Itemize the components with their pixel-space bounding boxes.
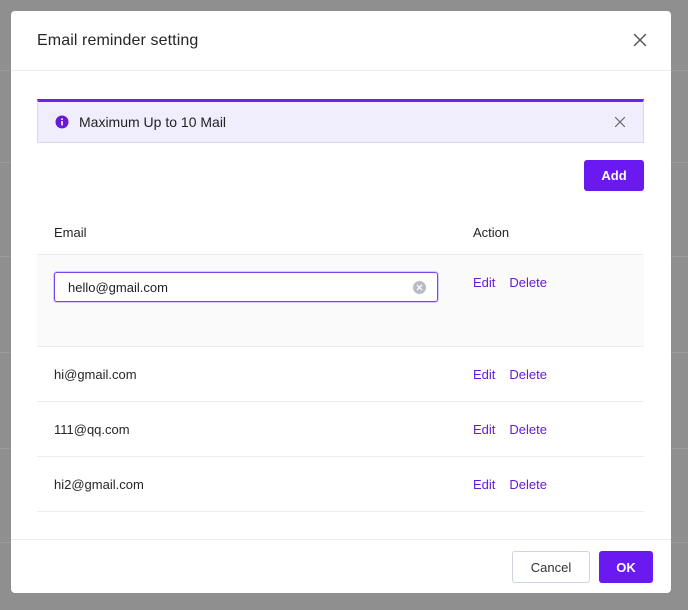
- delete-link[interactable]: Delete: [509, 477, 547, 492]
- action-column-header: Action: [473, 225, 510, 240]
- email-input[interactable]: [55, 273, 437, 301]
- action-cell: Edit Delete: [455, 422, 561, 437]
- delete-link[interactable]: Delete: [509, 422, 547, 437]
- email-table: Email Action Ed: [37, 211, 644, 512]
- email-reminder-dialog: Email reminder setting Maximum Up to 10 …: [11, 11, 671, 593]
- edit-link[interactable]: Edit: [473, 422, 495, 437]
- dialog-footer: Cancel OK: [11, 539, 671, 593]
- email-cell: hi@gmail.com: [54, 366, 137, 382]
- dialog-title: Email reminder setting: [37, 31, 199, 49]
- email-cell: hi2@gmail.com: [54, 476, 144, 492]
- edit-link[interactable]: Edit: [473, 367, 495, 382]
- email-column-header: Email: [54, 225, 87, 240]
- action-cell: Edit Delete: [455, 477, 561, 492]
- email-input-wrapper: [54, 272, 438, 302]
- table-header: Email Action: [37, 211, 644, 255]
- cancel-button[interactable]: Cancel: [512, 551, 590, 583]
- alert-close-icon[interactable]: [613, 115, 627, 129]
- action-cell: Edit Delete: [455, 367, 561, 382]
- dialog-header: Email reminder setting: [11, 11, 671, 71]
- close-icon[interactable]: [631, 31, 649, 49]
- action-cell: Edit Delete: [455, 255, 561, 290]
- table-row-editing: Edit Delete: [37, 255, 644, 347]
- alert-message: Maximum Up to 10 Mail: [79, 114, 227, 130]
- table-row: 111@qq.com Edit Delete: [37, 402, 644, 457]
- edit-link[interactable]: Edit: [473, 477, 495, 492]
- info-icon: [55, 115, 69, 129]
- table-row: hi@gmail.com Edit Delete: [37, 347, 644, 402]
- email-cell: [37, 255, 455, 302]
- clear-icon[interactable]: [413, 281, 426, 294]
- info-alert: Maximum Up to 10 Mail: [37, 99, 644, 143]
- table-row: hi2@gmail.com Edit Delete: [37, 457, 644, 512]
- delete-link[interactable]: Delete: [509, 275, 547, 290]
- ok-button[interactable]: OK: [599, 551, 653, 583]
- edit-link[interactable]: Edit: [473, 275, 495, 290]
- add-button[interactable]: Add: [584, 160, 644, 191]
- delete-link[interactable]: Delete: [509, 367, 547, 382]
- email-cell: 111@qq.com: [54, 421, 130, 437]
